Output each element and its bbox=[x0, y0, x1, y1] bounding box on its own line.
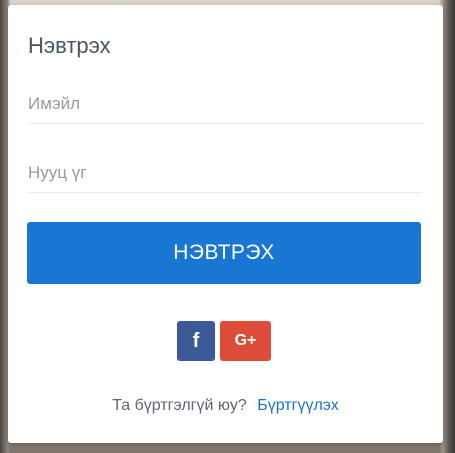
facebook-login-button[interactable]: f bbox=[177, 321, 215, 361]
login-button[interactable]: НЭВТРЭХ bbox=[27, 222, 421, 284]
register-prompt: Та бүртгэлгүй юу? Бүртгүүлэх bbox=[8, 397, 443, 415]
facebook-icon: f bbox=[192, 329, 200, 352]
register-question: Та бүртгэлгүй юу? bbox=[112, 397, 247, 414]
register-link[interactable]: Бүртгүүлэх bbox=[257, 397, 339, 414]
email-input[interactable] bbox=[27, 85, 422, 124]
password-input[interactable] bbox=[27, 154, 422, 193]
login-card: Нэвтрэх НЭВТРЭХ f G+ Та бүртгэлгүй юу? Б… bbox=[8, 5, 443, 443]
google-plus-login-button[interactable]: G+ bbox=[220, 321, 271, 361]
login-title: Нэвтрэх bbox=[28, 33, 111, 58]
google-plus-icon: G+ bbox=[234, 332, 257, 349]
